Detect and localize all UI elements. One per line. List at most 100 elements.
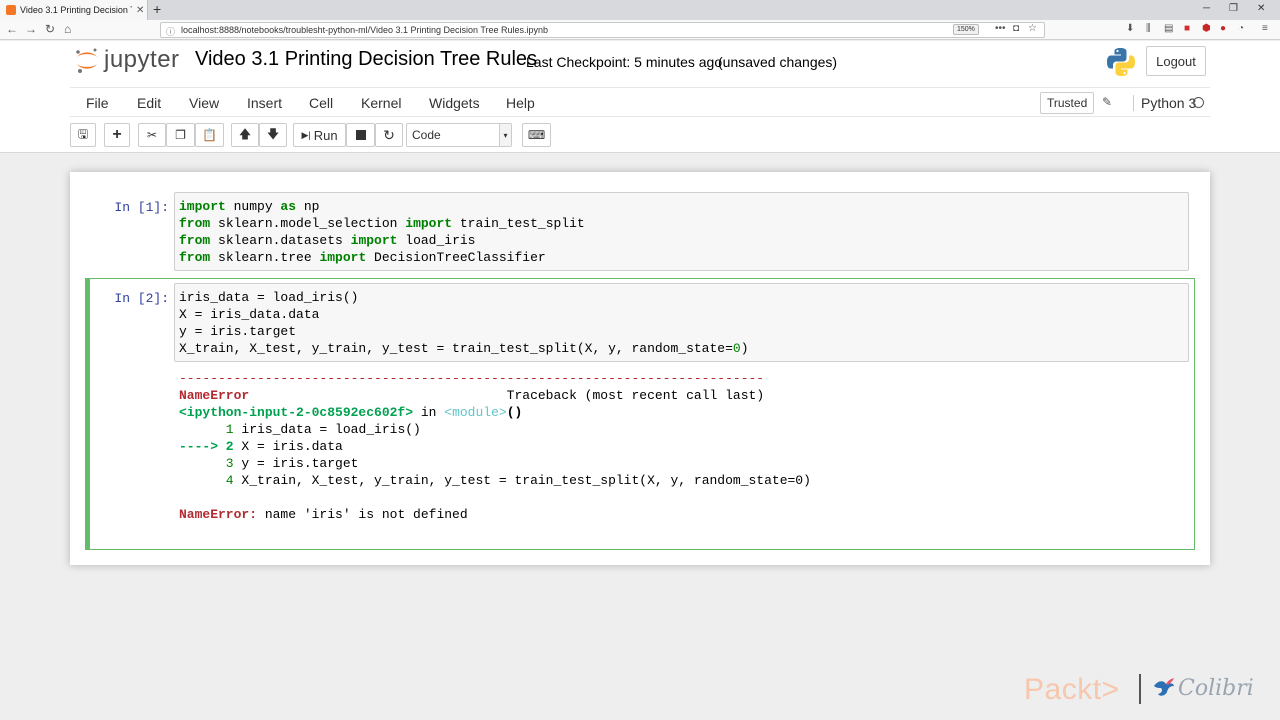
- stop-icon: [355, 130, 366, 140]
- code-line: iris_data = load_iris(): [179, 290, 359, 305]
- run-label: Run: [313, 127, 338, 143]
- close-window-icon[interactable]: ✕: [1257, 3, 1265, 14]
- menu-edit[interactable]: Edit: [137, 95, 161, 111]
- scissors-icon: ✂: [146, 128, 158, 142]
- traceback-line-current: ----> 2 X = iris.data: [179, 439, 343, 454]
- traceback-label: Traceback (most recent call last): [506, 388, 765, 403]
- jupyter-logo[interactable]: jupyter: [74, 45, 180, 75]
- copy-button[interactable]: ❐: [166, 123, 195, 147]
- zoom-indicator[interactable]: 150%: [953, 24, 979, 35]
- python-logo-icon: [1107, 48, 1135, 76]
- restore-icon[interactable]: ❐: [1229, 3, 1238, 14]
- paste-icon: 📋: [202, 128, 217, 142]
- home-icon[interactable]: ⌂: [64, 22, 71, 36]
- copy-icon: ❐: [175, 128, 186, 142]
- menu-widgets[interactable]: Widgets: [429, 95, 480, 111]
- traceback-separator: ----------------------------------------…: [179, 371, 765, 386]
- site-info-icon[interactable]: ⓘ: [166, 25, 175, 38]
- cut-button[interactable]: ✂: [138, 123, 166, 147]
- address-url: localhost:8888/notebooks/troublesht-pyth…: [181, 25, 549, 35]
- keyboard-icon: ⌨: [527, 128, 546, 142]
- colibri-logo-text: Colibri: [1178, 676, 1254, 701]
- kernel-name: Python 3: [1133, 95, 1196, 111]
- browser-nav-bar: ← → ↻ ⌂ ⓘ localhost:8888/notebooks/troub…: [0, 20, 1280, 40]
- menu-help[interactable]: Help: [506, 95, 535, 111]
- code-line: y = iris.target: [179, 324, 297, 339]
- final-error-name: NameError:: [179, 507, 258, 522]
- code-line: X = iris_data.data: [179, 307, 320, 322]
- sidebar-icon[interactable]: ▤: [1164, 23, 1173, 34]
- edit-mode-pencil-icon: ✎: [1102, 95, 1113, 109]
- code-cell[interactable]: In [1]: import numpy as np from sklearn.…: [85, 192, 1195, 272]
- jupyter-logo-text: jupyter: [104, 46, 180, 73]
- downloads-icon[interactable]: ⬇: [1126, 23, 1134, 34]
- code-line: from sklearn.tree import DecisionTreeCla…: [179, 250, 546, 265]
- adblock-icon[interactable]: ⬢: [1202, 23, 1211, 34]
- error-message: NameError: name 'iris' is not defined: [179, 506, 811, 523]
- logout-button[interactable]: Logout: [1146, 46, 1206, 76]
- kernel-idle-indicator-icon: [1193, 97, 1204, 108]
- notebook-title[interactable]: Video 3.1 Printing Decision Tree Rules: [195, 48, 537, 71]
- chevron-down-icon: ▾: [499, 124, 511, 146]
- plus-icon: +: [112, 126, 122, 143]
- jupyter-header: jupyter Video 3.1 Printing Decision Tree…: [0, 41, 1280, 153]
- page-actions-icon[interactable]: •••: [995, 23, 1006, 34]
- save-button[interactable]: 🖫: [70, 123, 96, 147]
- module-ref: <module>: [444, 405, 507, 420]
- code-line: import numpy as np: [179, 199, 320, 214]
- browser-menu-icon[interactable]: ≡: [1262, 23, 1268, 34]
- traceback-header: NameError Traceback (most recent call la…: [179, 387, 811, 404]
- jupyter-favicon-icon: [6, 5, 16, 15]
- code-input[interactable]: iris_data = load_iris() X = iris_data.da…: [174, 283, 1189, 362]
- close-tab-icon[interactable]: ✕: [136, 5, 144, 16]
- reload-icon[interactable]: ↻: [45, 22, 55, 36]
- save-icon: 🖫: [77, 126, 89, 141]
- extension-icon[interactable]: ■: [1184, 23, 1190, 34]
- cell-output-error: ----------------------------------------…: [179, 370, 811, 523]
- minimize-icon[interactable]: ─: [1203, 3, 1210, 14]
- menu-view[interactable]: View: [189, 95, 219, 111]
- restart-button[interactable]: ↻: [375, 123, 403, 147]
- back-icon[interactable]: ←: [6, 22, 18, 36]
- notebook-container: In [1]: import numpy as np from sklearn.…: [70, 172, 1210, 565]
- menu-insert[interactable]: Insert: [247, 95, 282, 111]
- run-button[interactable]: ▶| Run: [293, 123, 346, 147]
- cell-type-select[interactable]: Code ▾: [406, 123, 512, 147]
- address-bar[interactable]: ⓘ localhost:8888/notebooks/troublesht-py…: [160, 22, 1045, 38]
- menu-file[interactable]: File: [86, 95, 109, 111]
- pocket-icon[interactable]: ◘: [1013, 23, 1019, 34]
- forward-icon[interactable]: →: [25, 22, 37, 36]
- insert-cell-button[interactable]: +: [104, 123, 130, 147]
- browser-tab[interactable]: Video 3.1 Printing Decision Tre ✕: [0, 0, 148, 20]
- bookmark-star-icon[interactable]: ☆: [1028, 23, 1037, 34]
- cell-prompt: In [2]:: [114, 291, 169, 306]
- checkpoint-status: Last Checkpoint: 5 minutes ago: [526, 54, 723, 70]
- run-icon: ▶|: [301, 129, 311, 140]
- extension-record-icon[interactable]: ●: [1220, 23, 1226, 34]
- traceback-line: 4 X_train, X_test, y_train, y_test = tra…: [179, 473, 811, 488]
- jupyter-logo-icon: [76, 48, 97, 73]
- command-palette-button[interactable]: ⌨: [522, 123, 551, 147]
- trusted-indicator[interactable]: Trusted: [1040, 92, 1095, 114]
- extension-ghost-icon[interactable]: ◔: [1238, 23, 1244, 34]
- input-ref: <ipython-input-2-0c8592ec602f>: [179, 405, 414, 420]
- menu-cell[interactable]: Cell: [309, 95, 333, 111]
- traceback-line: 1 iris_data = load_iris(): [179, 422, 421, 437]
- unsaved-status: (unsaved changes): [718, 54, 838, 70]
- menu-kernel[interactable]: Kernel: [361, 95, 401, 111]
- code-line: X_train, X_test, y_train, y_test = train…: [179, 341, 749, 356]
- browser-tab-bar: Video 3.1 Printing Decision Tre ✕ + ─ ❐ …: [0, 0, 1280, 20]
- library-icon[interactable]: ⫼: [1146, 23, 1151, 34]
- move-up-button[interactable]: 🡅: [231, 123, 259, 147]
- traceback-location: <ipython-input-2-0c8592ec602f> in <modul…: [179, 405, 523, 420]
- paste-button[interactable]: 📋: [195, 123, 224, 147]
- new-tab-icon[interactable]: +: [153, 1, 161, 17]
- traceback-line: 3 y = iris.target: [179, 456, 359, 471]
- code-line: from sklearn.model_selection import trai…: [179, 216, 585, 231]
- interrupt-button[interactable]: [346, 123, 375, 147]
- menu-bar: File Edit View Insert Cell Kernel Widget…: [70, 87, 1210, 117]
- final-error-msg: name 'iris' is not defined: [257, 507, 468, 522]
- move-down-button[interactable]: 🡇: [259, 123, 287, 147]
- notebook-toolbar: 🖫 + ✂ ❐ 📋 🡅 🡇 ▶| Run ↻ Code ▾ ⌨: [70, 122, 1210, 148]
- code-input[interactable]: import numpy as np from sklearn.model_se…: [174, 192, 1189, 271]
